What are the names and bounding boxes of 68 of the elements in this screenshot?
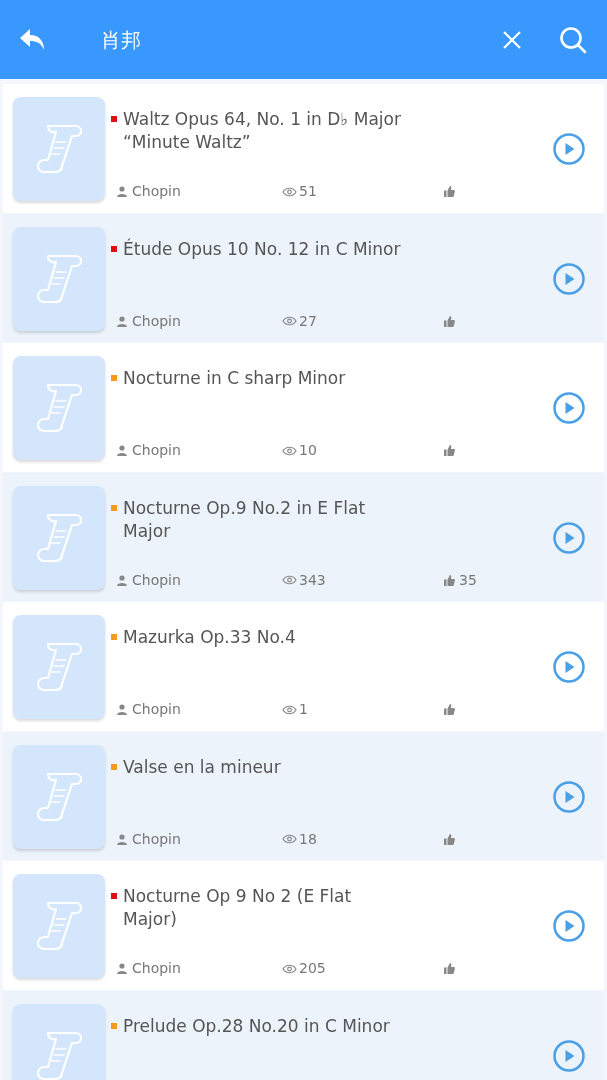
author-name: Chopin — [132, 311, 182, 331]
song-title: Nocturne in C sharp Minor — [123, 367, 346, 390]
song-title: Waltz Opus 64, No. 1 in D♭ Major “Minute Waltz” — [123, 108, 401, 154]
view-count: 343 — [299, 570, 327, 590]
song-row[interactable]: Mazurka Op.33 No.4 Chopin 1 — [3, 602, 604, 731]
author-name: Chopin — [132, 182, 182, 201]
view-count: 27 — [299, 311, 318, 331]
eye-icon — [282, 186, 297, 197]
song-title: Valse en la mineur — [123, 755, 281, 779]
thumbs-up-icon[interactable] — [444, 833, 455, 845]
song-row[interactable]: Nocturne Op.9 No.2 in E Flat Major Chopin 343 35 — [3, 472, 604, 601]
play-icon[interactable] — [553, 780, 585, 813]
view-count: 1 — [299, 700, 309, 719]
song-title: Nocturne Op.9 No.2 in E Flat Major — [123, 496, 366, 543]
song-row[interactable]: Valse en la mineur Chopin 18 — [3, 731, 604, 860]
play-icon[interactable] — [553, 651, 585, 683]
person-icon — [117, 833, 127, 845]
author-name: Chopin — [132, 700, 182, 719]
eye-icon — [282, 316, 297, 326]
eye-icon — [282, 704, 297, 715]
scroll-icon — [36, 381, 82, 435]
author-name: Chopin — [132, 570, 182, 590]
eye-icon — [282, 445, 297, 456]
scroll-icon — [36, 899, 82, 953]
person-icon — [117, 963, 127, 974]
song-row[interactable]: Prelude Op.28 No.20 in C Minor — [3, 990, 604, 1080]
thumbs-up-icon[interactable] — [444, 963, 455, 974]
play-icon[interactable] — [553, 1039, 585, 1072]
header-title: 肖邦 — [101, 26, 141, 54]
song-title: Nocturne Op 9 No 2 (E Flat Major) — [123, 885, 352, 931]
song-row[interactable]: Nocturne in C sharp Minor Chopin 10 — [3, 343, 604, 472]
thumbs-up-icon[interactable] — [444, 574, 455, 586]
like-count: 35 — [459, 570, 477, 590]
play-icon[interactable] — [553, 262, 585, 295]
scroll-icon — [36, 640, 82, 694]
song-row[interactable]: Waltz Opus 64, No. 1 in D♭ Major “Minute Waltz” Chopin 51 — [3, 84, 604, 213]
play-icon[interactable] — [553, 521, 585, 554]
song-title: Mazurka Op.33 No.4 — [123, 626, 296, 649]
back-icon[interactable] — [20, 28, 46, 51]
author-name: Chopin — [132, 959, 182, 978]
scroll-icon — [36, 122, 82, 176]
view-count: 18 — [299, 829, 318, 849]
view-count: 205 — [299, 959, 327, 978]
view-count: 51 — [299, 182, 318, 201]
close-icon[interactable] — [503, 30, 521, 49]
song-row[interactable]: Étude Opus 10 No. 12 in C Minor Chopin 27 — [3, 213, 604, 342]
person-icon — [117, 315, 127, 327]
person-icon — [117, 445, 127, 456]
song-row[interactable]: Nocturne Op 9 No 2 (E Flat Major) Chopin 205 — [3, 861, 604, 990]
view-count: 10 — [299, 441, 318, 460]
song-title: Étude Opus 10 No. 12 in C Minor — [123, 237, 401, 261]
person-icon — [117, 704, 127, 715]
eye-icon — [282, 963, 297, 974]
author-name: Chopin — [132, 829, 182, 849]
play-icon[interactable] — [553, 133, 585, 165]
eye-icon — [282, 834, 297, 844]
author-name: Chopin — [132, 441, 182, 460]
play-icon[interactable] — [553, 392, 585, 424]
person-icon — [117, 574, 127, 586]
song-title: Prelude Op.28 No.20 in C Minor — [123, 1014, 390, 1038]
thumbs-up-icon[interactable] — [444, 445, 455, 456]
eye-icon — [282, 575, 297, 585]
thumbs-up-icon[interactable] — [444, 315, 455, 327]
person-icon — [117, 186, 127, 197]
play-icon[interactable] — [553, 910, 585, 942]
thumbs-up-icon[interactable] — [444, 186, 455, 197]
search-icon[interactable] — [559, 25, 587, 54]
thumbs-up-icon[interactable] — [444, 704, 455, 715]
